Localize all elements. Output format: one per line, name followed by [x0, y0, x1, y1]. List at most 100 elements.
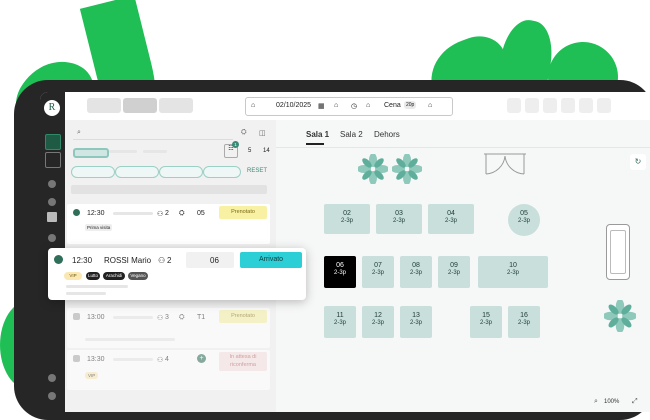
- toolbar-button[interactable]: [597, 98, 611, 113]
- toolbar-button[interactable]: [507, 98, 521, 113]
- arrived-button[interactable]: Arrivato: [240, 252, 302, 268]
- table-number: 09: [450, 262, 458, 269]
- filter-tag[interactable]: [115, 166, 159, 178]
- reservation-row[interactable]: 12:30 ⚇ 2 ⛭ 05 Prenotato Prima visita: [67, 204, 270, 244]
- tag-arachidi: Arachidi: [103, 272, 125, 280]
- home-icon[interactable]: ⌂: [366, 102, 370, 109]
- calendar-check-icon[interactable]: [45, 134, 61, 150]
- filter-tag[interactable]: [71, 166, 115, 178]
- count-a: 5: [248, 148, 252, 154]
- toolbar-button[interactable]: [579, 98, 593, 113]
- table-15[interactable]: 15 2-3p: [470, 306, 502, 338]
- tabs-divider: [276, 147, 650, 148]
- table-capacity: 2-3p: [506, 270, 519, 276]
- nav-dot-icon[interactable]: [48, 392, 56, 400]
- table-number: 13: [412, 312, 420, 319]
- popup-name: ROSSI Mario: [104, 256, 152, 265]
- table-capacity: 2-3p: [333, 320, 346, 326]
- table-07[interactable]: 07 2-3p: [362, 256, 394, 288]
- nav-dot-icon[interactable]: [48, 198, 56, 206]
- nav-dot-icon[interactable]: [48, 374, 56, 382]
- top-pill[interactable]: [123, 98, 157, 113]
- reservation-icon[interactable]: ⛭: [241, 129, 247, 137]
- tag-lutto: Lutto: [86, 272, 100, 280]
- table-11[interactable]: 11 2-3p: [324, 306, 356, 338]
- floorplan-icon[interactable]: [45, 152, 61, 168]
- date-label: 02/10/2025: [276, 102, 312, 109]
- table-number: 06: [336, 262, 344, 269]
- zoom-level: 100%: [604, 399, 620, 405]
- filter-tag[interactable]: [203, 166, 241, 178]
- table-13[interactable]: 13 2-3p: [400, 306, 432, 338]
- sort-bar[interactable]: [71, 185, 267, 194]
- table-10[interactable]: 10 2-3p: [478, 256, 548, 288]
- table-capacity: 2-3p: [479, 320, 492, 326]
- placeholder-line: [113, 212, 153, 215]
- table-capacity: 2-3p: [409, 320, 422, 326]
- table-04[interactable]: 04 2-3p: [428, 204, 474, 234]
- reservation-popup[interactable]: 12:30 ROSSI Mario ⚇ 2 ⛭ 06 Arrivato VIP …: [48, 248, 306, 300]
- refresh-button[interactable]: ↻: [630, 154, 646, 170]
- placeholder-line: [66, 285, 128, 288]
- table-number: 05: [520, 210, 528, 217]
- nav-dot-icon[interactable]: [48, 180, 56, 188]
- filter-tag[interactable]: [159, 166, 203, 178]
- toolbar-button[interactable]: [525, 98, 539, 113]
- home-icon[interactable]: ⌂: [428, 102, 432, 109]
- table-capacity: 2-3p: [392, 218, 405, 224]
- calendar-icon[interactable]: ▦: [318, 102, 325, 110]
- search-input[interactable]: [73, 125, 233, 140]
- plant-icon: [604, 300, 636, 332]
- status-dot-icon: [73, 209, 80, 216]
- status-badge: Prenotato: [219, 206, 267, 219]
- tab-sala-1[interactable]: Sala 1: [306, 130, 329, 139]
- zoom-icon[interactable]: ⌕: [594, 398, 598, 406]
- table-06[interactable]: 06 2-3p: [324, 256, 356, 288]
- table-12[interactable]: 12 2-3p: [362, 306, 394, 338]
- home-icon[interactable]: ⌂: [334, 102, 338, 109]
- notify-count: 1: [232, 141, 239, 148]
- book-icon[interactable]: [47, 212, 57, 222]
- table-capacity: 2-3p: [447, 270, 460, 276]
- active-tab-underline: [306, 143, 324, 145]
- tag-vip: VIP: [64, 272, 82, 280]
- table-09[interactable]: 09 2-3p: [438, 256, 470, 288]
- door-icon: [484, 153, 526, 175]
- table-16[interactable]: 16 2-3p: [508, 306, 540, 338]
- table-08[interactable]: 08 2-3p: [400, 256, 432, 288]
- top-pill[interactable]: [159, 98, 193, 113]
- tab-sala-2[interactable]: Sala 2: [340, 130, 363, 139]
- table-03[interactable]: 03 2-3p: [376, 204, 422, 234]
- service-selector[interactable]: ⌂ 02/10/2025 ▦ ⌂ ◷ ⌂ Cena 20p ⌂: [245, 97, 453, 116]
- top-bar: ⌂ 02/10/2025 ▦ ⌂ ◷ ⌂ Cena 20p ⌂: [65, 92, 650, 121]
- table-capacity: 2-3p: [340, 218, 353, 224]
- toolbar-button[interactable]: [543, 98, 557, 113]
- clock-icon[interactable]: ◷: [351, 102, 357, 110]
- reset-button[interactable]: RESET: [247, 168, 267, 174]
- guests-icon: ⚇: [158, 256, 166, 265]
- nav-dot-icon[interactable]: [48, 234, 56, 242]
- toolbar-button[interactable]: [561, 98, 575, 113]
- sofa-seat: [610, 230, 626, 274]
- table-icon: ⛭: [179, 210, 185, 217]
- filter-chip[interactable]: [143, 150, 167, 153]
- floor-map: Sala 1 Sala 2 Dehors ↻ 02 2-3p 03 2-3p 0…: [276, 120, 650, 412]
- table-number: 07: [374, 262, 382, 269]
- status-dot-icon: [54, 255, 63, 264]
- table-capacity: 2-3p: [371, 270, 384, 276]
- filter-chip[interactable]: [73, 148, 109, 158]
- fullscreen-icon[interactable]: ⤢: [632, 398, 638, 406]
- tag-vegano: Vegano: [128, 272, 148, 280]
- table-05[interactable]: 05 2-3p: [508, 204, 540, 236]
- top-pill[interactable]: [87, 98, 121, 113]
- reservation-guests: 2: [165, 210, 169, 217]
- table-number: 02: [343, 210, 351, 217]
- tab-dehors[interactable]: Dehors: [374, 130, 400, 139]
- box-icon[interactable]: ◫: [259, 129, 266, 137]
- table-02[interactable]: 02 2-3p: [324, 204, 370, 234]
- count-b: 14: [263, 148, 270, 154]
- home-icon[interactable]: ⌂: [251, 102, 255, 109]
- filter-chip[interactable]: [109, 150, 137, 153]
- table-capacity: 2-3p: [517, 320, 530, 326]
- popup-table: 06: [210, 256, 219, 265]
